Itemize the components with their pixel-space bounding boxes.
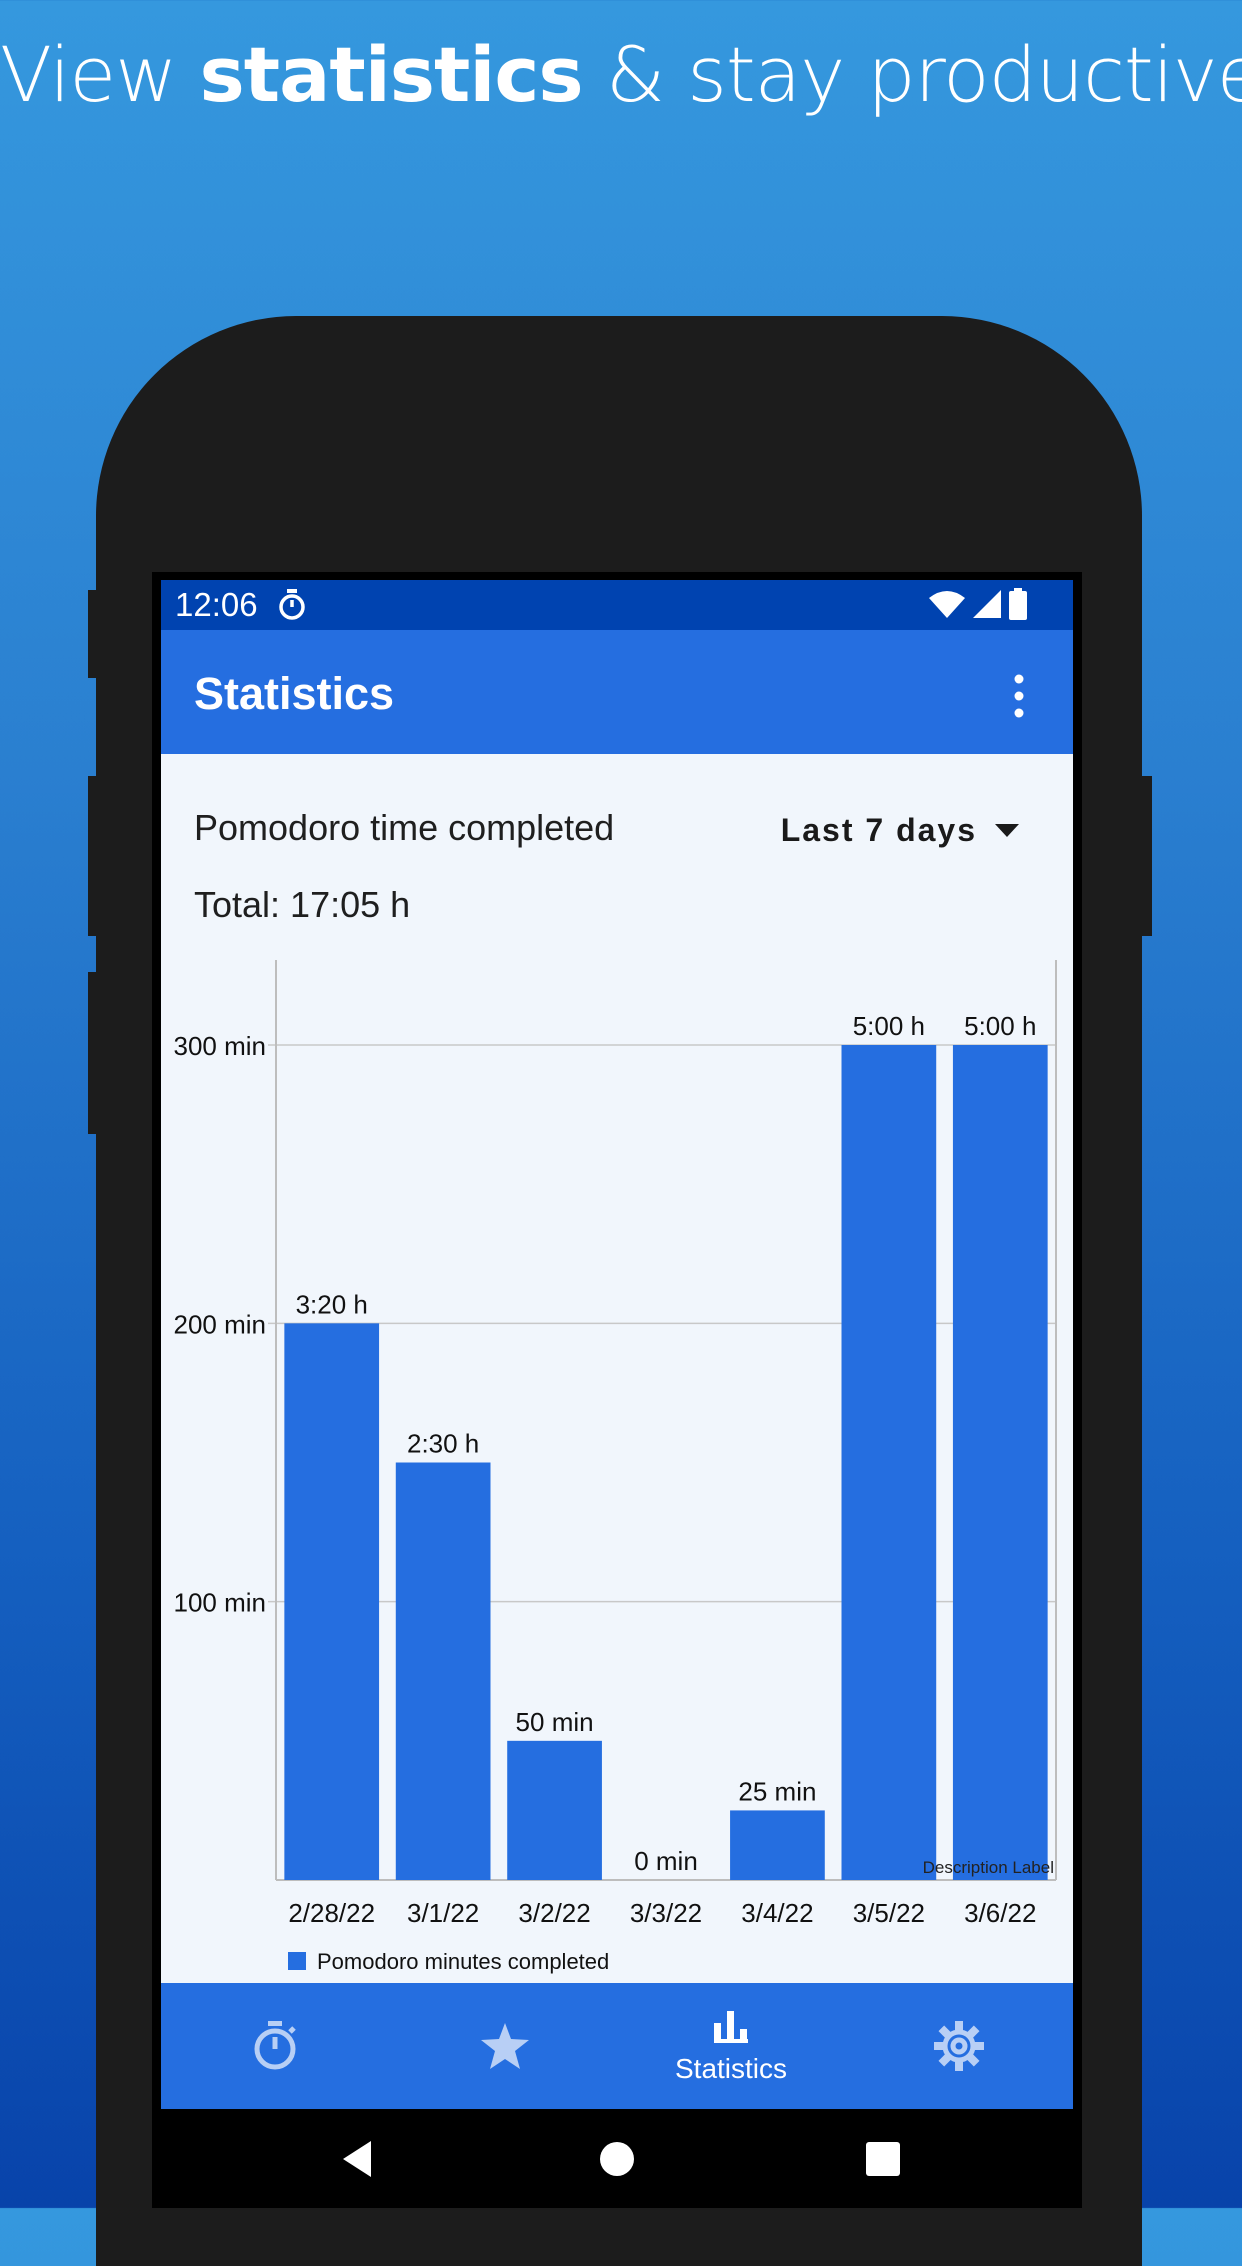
timer-icon	[254, 2021, 296, 2070]
promo-suffix: & stay productive	[605, 30, 1242, 119]
home-icon[interactable]	[589, 2131, 645, 2187]
data-label: 0 min	[634, 1846, 698, 1876]
bar	[395, 1462, 491, 1880]
battery-icon	[1009, 588, 1027, 620]
total-time: Total: 17:05 h	[194, 884, 411, 925]
section-label: Pomodoro time completed	[194, 807, 615, 848]
bar	[952, 1045, 1048, 1880]
timer-icon	[279, 589, 305, 620]
range-dropdown-label: Last 7 days	[780, 812, 977, 848]
system-nav-bar	[161, 2109, 1073, 2208]
x-tick-label: 3/1/22	[407, 1898, 479, 1928]
legend-label: Pomodoro minutes completed	[317, 1949, 609, 1974]
nav-settings[interactable]	[845, 1983, 1073, 2109]
x-tick-label: 2/28/22	[288, 1898, 375, 1928]
description-label: Description Label	[923, 1858, 1054, 1877]
data-label: 5:00 h	[853, 1011, 925, 1041]
nav-favorites[interactable]	[389, 1983, 617, 2109]
x-tick-label: 3/5/22	[853, 1898, 925, 1928]
x-tick-label: 3/3/22	[630, 1898, 702, 1928]
phone-side-button	[1140, 776, 1152, 936]
range-dropdown[interactable]: Last 7 days	[781, 812, 1019, 849]
phone-side-button	[88, 776, 98, 936]
data-label: 3:20 h	[296, 1289, 368, 1319]
promo-headline: View statistics & stay productive	[0, 30, 1242, 119]
promo-prefix: View	[0, 30, 177, 119]
y-tick-label: 200 min	[174, 1309, 267, 1339]
app-bar: Statistics	[161, 630, 1073, 754]
page-title: Statistics	[194, 668, 395, 719]
bar-chart: 100 min 200 min 300 min 3:20 h 2/28/22 2:30 h…	[174, 960, 1057, 1974]
nav-timer[interactable]	[161, 1983, 389, 2109]
app-screen: 12:06 Statistics Pomodoro time completed…	[161, 580, 1073, 2208]
bar-chart-icon	[714, 2011, 748, 2043]
bar	[507, 1740, 602, 1880]
chevron-down-icon	[995, 823, 1019, 837]
more-vert-icon[interactable]	[1009, 674, 1029, 718]
bar	[730, 1810, 825, 1880]
data-label: 50 min	[516, 1707, 594, 1737]
promo-bold: statistics	[199, 30, 584, 119]
bottom-nav: Statistics	[161, 1983, 1073, 2109]
nav-label: Statistics	[674, 2053, 788, 2084]
y-tick-label: 300 min	[174, 1031, 267, 1061]
settings-icon	[934, 2021, 984, 2071]
bar	[841, 1045, 937, 1880]
legend-swatch	[288, 1952, 306, 1970]
x-tick-label: 3/6/22	[964, 1898, 1036, 1928]
data-label: 25 min	[738, 1776, 816, 1806]
recents-icon[interactable]	[855, 2131, 911, 2187]
phone-side-button	[88, 972, 98, 1134]
status-bar: 12:06	[161, 580, 1073, 630]
star-icon	[481, 2023, 529, 2069]
nav-statistics[interactable]: Statistics	[617, 1983, 845, 2109]
wifi-icon	[929, 591, 965, 618]
cell-signal-icon	[973, 590, 1001, 618]
x-tick-label: 3/2/22	[518, 1898, 590, 1928]
phone-side-button	[88, 590, 98, 678]
data-label: 2:30 h	[407, 1429, 479, 1459]
x-tick-label: 3/4/22	[741, 1898, 813, 1928]
status-icons	[929, 588, 1027, 620]
y-tick-label: 100 min	[174, 1588, 267, 1618]
status-time: 12:06	[175, 586, 258, 623]
bar	[284, 1323, 380, 1880]
back-icon[interactable]	[329, 2131, 385, 2187]
data-label: 5:00 h	[964, 1011, 1036, 1041]
